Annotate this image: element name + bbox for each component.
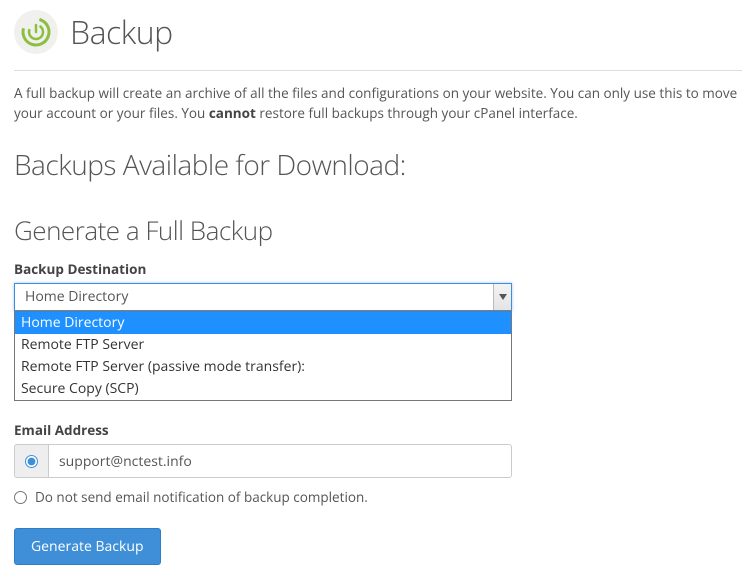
- generate-full-backup-heading: Generate a Full Backup: [14, 212, 742, 248]
- page-header: Backup: [0, 0, 756, 66]
- intro-emphasis: cannot: [209, 104, 256, 122]
- email-radio-prefix[interactable]: [14, 444, 48, 478]
- optout-email-label: Do not send email notification of backup…: [35, 488, 368, 506]
- destination-option[interactable]: Remote FTP Server (passive mode transfer…: [15, 356, 511, 378]
- intro-text: A full backup will create an archive of …: [14, 83, 742, 124]
- email-address-label: Email Address: [14, 421, 742, 439]
- destination-option[interactable]: Remote FTP Server: [15, 334, 511, 356]
- backup-destination-label: Backup Destination: [14, 260, 742, 278]
- email-input[interactable]: [48, 444, 512, 478]
- send-email-radio[interactable]: [25, 455, 38, 468]
- backup-destination-select[interactable]: Home Directory: [14, 283, 512, 311]
- header-divider: [14, 70, 742, 71]
- chevron-down-icon: [499, 294, 507, 300]
- page-title: Backup: [70, 11, 173, 54]
- backups-available-heading: Backups Available for Download:: [14, 146, 742, 184]
- generate-backup-button[interactable]: Generate Backup: [14, 528, 161, 565]
- backup-icon: [14, 10, 58, 54]
- destination-option[interactable]: Secure Copy (SCP): [15, 378, 511, 400]
- intro-suffix: restore full backups through your cPanel…: [256, 104, 578, 122]
- optout-email-radio[interactable]: [14, 491, 27, 504]
- select-dropdown-button[interactable]: [493, 284, 511, 310]
- backup-destination-selected-value: Home Directory: [15, 284, 493, 310]
- destination-option[interactable]: Home Directory: [15, 312, 511, 334]
- backup-destination-dropdown: Home Directory Remote FTP Server Remote …: [14, 311, 512, 402]
